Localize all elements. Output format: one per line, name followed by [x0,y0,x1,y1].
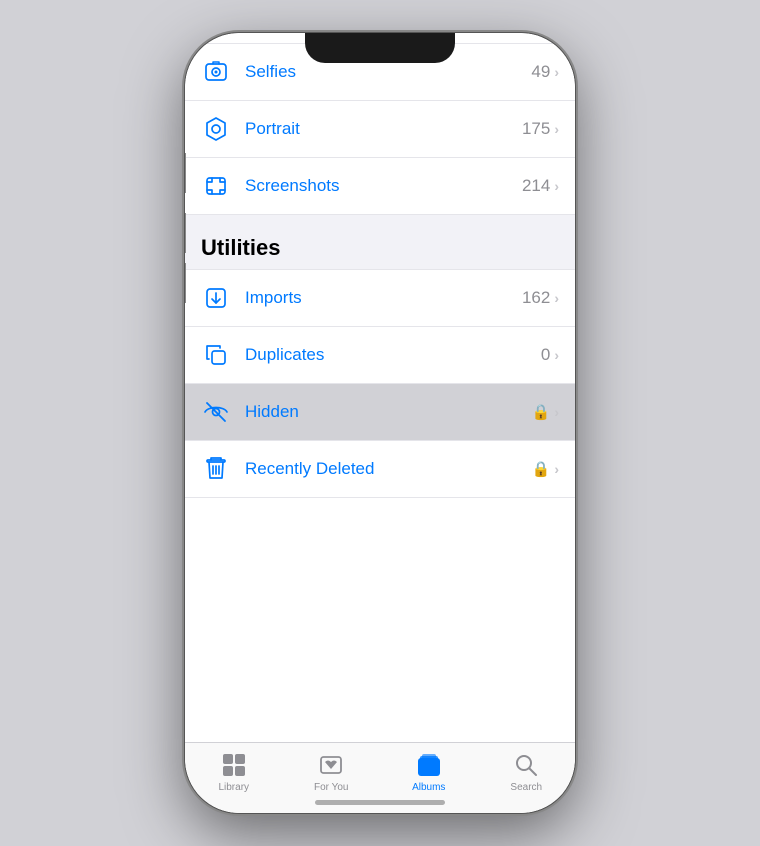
duplicates-icon [201,340,231,370]
tab-search[interactable]: Search [478,751,576,793]
library-tab-icon [220,751,248,779]
portrait-label: Portrait [245,119,522,139]
library-tab-label: Library [218,782,249,793]
screenshots-count: 214 [522,176,550,196]
for-you-tab-icon [317,751,345,779]
selfies-right: 49 › [531,62,559,82]
list-item-hidden[interactable]: Hidden 🔒 › [185,384,575,441]
screenshots-label: Screenshots [245,176,522,196]
recently-deleted-lock-icon: 🔒 [532,460,551,478]
screenshots-chevron: › [554,178,559,194]
imports-icon [201,283,231,313]
selfies-chevron: › [554,64,559,80]
duplicates-chevron: › [554,347,559,363]
duplicates-count: 0 [541,345,550,365]
imports-count: 162 [522,288,550,308]
screenshots-right: 214 › [522,176,559,196]
utilities-section-header: Utilities [185,215,575,269]
imports-right: 162 › [522,288,559,308]
albums-tab-icon [415,751,443,779]
portrait-right: 175 › [522,119,559,139]
search-tab-label: Search [510,782,542,793]
imports-chevron: › [554,290,559,306]
list-item-imports[interactable]: Imports 162 › [185,269,575,327]
tab-for-you[interactable]: For You [283,751,381,793]
tab-library[interactable]: Library [185,751,283,793]
hidden-right: 🔒 › [532,403,559,421]
list-item-screenshots[interactable]: Screenshots 214 › [185,158,575,215]
content-area: Selfies 49 › Portrait 17 [185,33,575,813]
hidden-icon [201,397,231,427]
hidden-label: Hidden [245,402,532,422]
selfies-count: 49 [531,62,550,82]
for-you-tab-label: For You [314,782,348,793]
portrait-chevron: › [554,121,559,137]
list-item-portrait[interactable]: Portrait 175 › [185,101,575,158]
recently-deleted-chevron: › [554,461,559,477]
hidden-lock-icon: 🔒 [532,403,551,421]
portrait-icon [201,114,231,144]
tab-albums[interactable]: Albums [380,751,478,793]
list-item-recently-deleted[interactable]: Recently Deleted 🔒 › [185,441,575,498]
notch [305,33,455,63]
selfies-icon [201,57,231,87]
imports-label: Imports [245,288,522,308]
selfies-label: Selfies [245,62,531,82]
hidden-chevron: › [554,404,559,420]
duplicates-right: 0 › [541,345,559,365]
recently-deleted-right: 🔒 › [532,460,559,478]
screen: Selfies 49 › Portrait 17 [185,33,575,813]
portrait-count: 175 [522,119,550,139]
recently-deleted-label: Recently Deleted [245,459,532,479]
utilities-title: Utilities [201,235,280,260]
screenshots-icon [201,171,231,201]
albums-tab-label: Albums [412,782,445,793]
recently-deleted-icon [201,454,231,484]
scroll-content: Selfies 49 › Portrait 17 [185,33,575,742]
duplicates-label: Duplicates [245,345,541,365]
home-indicator [315,800,445,805]
list-item-duplicates[interactable]: Duplicates 0 › [185,327,575,384]
search-tab-icon [512,751,540,779]
phone-shell: Selfies 49 › Portrait 17 [185,33,575,813]
